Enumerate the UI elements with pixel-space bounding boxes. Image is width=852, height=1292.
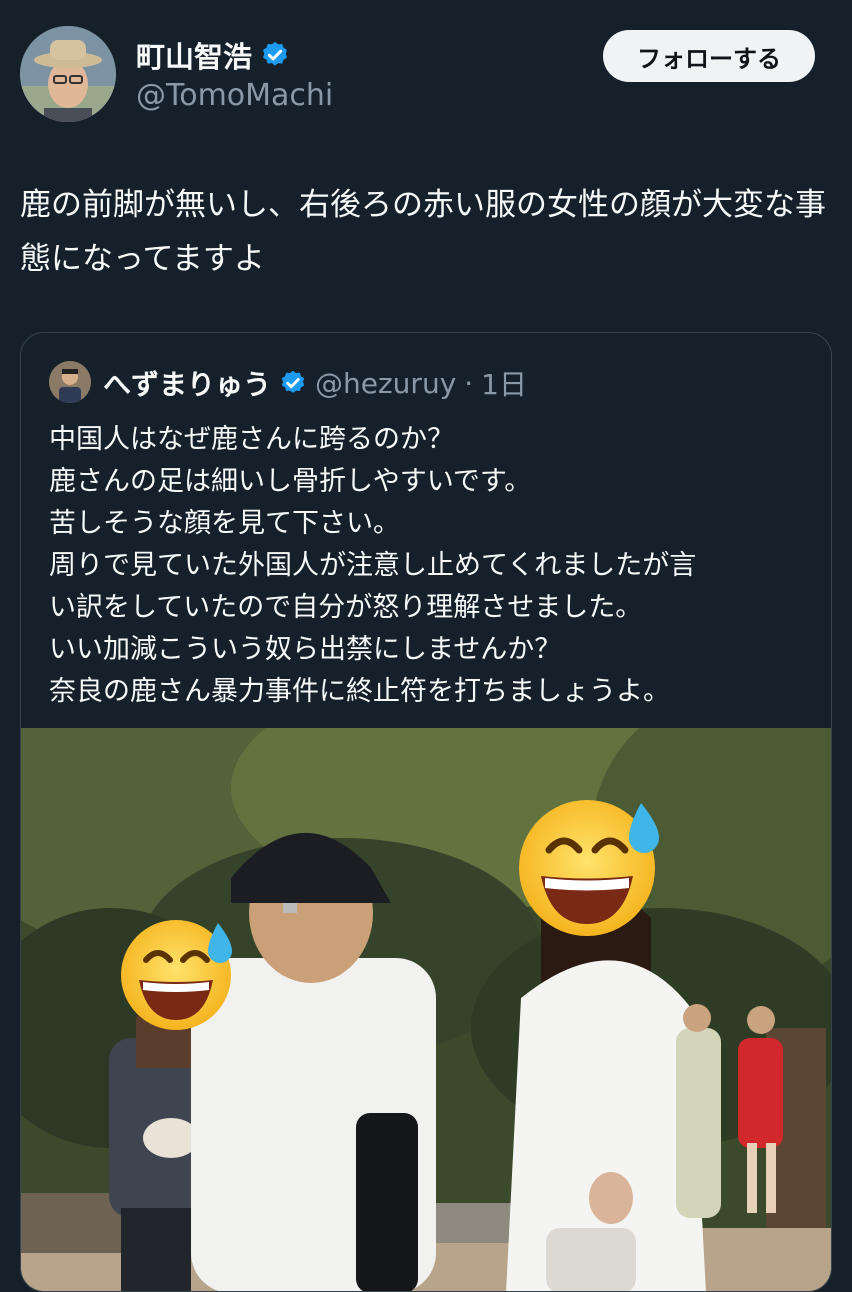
quoted-text-line: 奈良の鹿さん暴力事件に終止符を打ちましょうよ。 [49,676,670,707]
quoted-author-avatar[interactable] [49,361,91,403]
quoted-timestamp[interactable]: 1日 [481,363,527,403]
quoted-text-line: 鹿さんの足は細いし骨折しやすいです。 [49,466,532,497]
quoted-tweet-card[interactable]: へずまりゅう @hezuruy · 1日 中国人はなぜ鹿さんに跨るのか？ 鹿さん… [20,332,832,1292]
tweet-text: 鹿の前脚が無いし、右後ろの赤い服の女性の顔が大変な事態になってますよ [20,187,826,277]
author-avatar[interactable] [20,26,116,122]
quoted-text-line: 中国人はなぜ鹿さんに跨るのか？ [49,424,454,455]
dot-separator: · [464,366,474,400]
verified-badge-icon [281,370,305,393]
quoted-text-line: いい加減こういう奴ら出禁にしませんか？ [49,634,562,665]
quoted-header: へずまりゅう @hezuruy · 1日 [103,363,527,403]
quoted-text-line: 周りで見ていた外国人が注意し止めてくれましたが言 [49,550,697,581]
quoted-text-line: い訳をしていたので自分が怒り理解させました。 [49,592,643,623]
follow-button[interactable]: フォローする [603,30,815,82]
verified-badge-icon [263,41,288,66]
quoted-author-name[interactable]: へずまりゅう [103,363,271,403]
quoted-text-line: 苦しそうな顔を見て下さい。 [49,508,400,539]
author-handle[interactable]: @TomoMachi [136,78,333,113]
quoted-text: 中国人はなぜ鹿さんに跨るのか？ 鹿さんの足は細いし骨折しやすいです。 苦しそうな… [49,419,809,713]
author-name-row[interactable]: 町山智浩 [136,34,290,76]
author-name[interactable]: 町山智浩 [136,34,252,76]
photo-scene [21,728,831,1291]
quoted-photo[interactable] [21,728,831,1291]
quoted-author-handle[interactable]: @hezuruy [315,367,456,400]
